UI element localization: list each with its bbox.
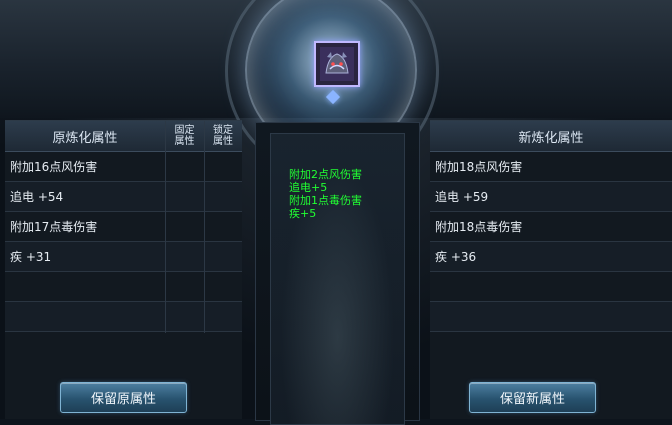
- column-divider: [165, 121, 166, 333]
- keep-original-button[interactable]: 保留原属性: [60, 382, 187, 413]
- column-divider: [204, 121, 205, 333]
- lock-attr-header-line2: 属性: [213, 136, 233, 147]
- new-row[interactable]: 疾 +36: [430, 242, 672, 272]
- bonus-line: 追电+5: [289, 181, 328, 194]
- original-row[interactable]: 追电 +54: [5, 182, 242, 212]
- original-row[interactable]: [5, 272, 242, 302]
- new-row-text: 疾 +36: [435, 250, 477, 264]
- item-slot[interactable]: [314, 41, 360, 87]
- bonus-line: 附加1点毒伤害: [289, 194, 362, 207]
- new-row-text: 附加18点毒伤害: [435, 220, 523, 234]
- original-attributes-panel: 原炼化属性 固定 属性 锁定 属性 附加16点风伤害 追电 +54 附加17点毒…: [5, 120, 242, 419]
- new-header-row: 新炼化属性: [430, 121, 672, 152]
- new-row-text: 追电 +59: [435, 190, 489, 204]
- original-row[interactable]: 附加16点风伤害: [5, 152, 242, 182]
- dragon-helmet-icon: [320, 47, 354, 81]
- bonus-line: 附加2点风伤害: [289, 168, 362, 181]
- new-row[interactable]: 附加18点毒伤害: [430, 212, 672, 242]
- refine-preview-panel: [255, 122, 420, 425]
- original-row[interactable]: [5, 302, 242, 332]
- bonus-list: 附加2点风伤害 追电+5 附加1点毒伤害 疾+5: [289, 168, 362, 220]
- new-attributes-title: 新炼化属性: [518, 130, 584, 146]
- new-row[interactable]: 追电 +59: [430, 182, 672, 212]
- fixed-attr-header-line2: 属性: [174, 136, 195, 147]
- new-attributes-panel: 新炼化属性 附加18点风伤害 追电 +59 附加18点毒伤害 疾 +36: [430, 120, 672, 419]
- fixed-attr-header: 固定 属性: [165, 121, 204, 151]
- original-row-text: 追电 +54: [10, 190, 64, 204]
- original-header-row: 原炼化属性 固定 属性 锁定 属性: [5, 121, 242, 152]
- original-attributes-title: 原炼化属性: [52, 130, 118, 146]
- original-row-text: 附加17点毒伤害: [10, 220, 98, 234]
- lock-attr-header: 锁定 属性: [204, 121, 242, 151]
- new-row-text: 附加18点风伤害: [435, 160, 523, 174]
- original-row-text: 疾 +31: [10, 250, 52, 264]
- original-row[interactable]: 附加17点毒伤害: [5, 212, 242, 242]
- original-row[interactable]: 疾 +31: [5, 242, 242, 272]
- keep-new-button[interactable]: 保留新属性: [469, 382, 596, 413]
- new-row[interactable]: [430, 302, 672, 332]
- fixed-attr-header-line1: 固定: [174, 125, 195, 136]
- new-row[interactable]: [430, 272, 672, 302]
- original-row-text: 附加16点风伤害: [10, 160, 98, 174]
- lock-attr-header-line1: 锁定: [213, 125, 233, 136]
- bonus-line: 疾+5: [289, 207, 317, 220]
- new-row[interactable]: 附加18点风伤害: [430, 152, 672, 182]
